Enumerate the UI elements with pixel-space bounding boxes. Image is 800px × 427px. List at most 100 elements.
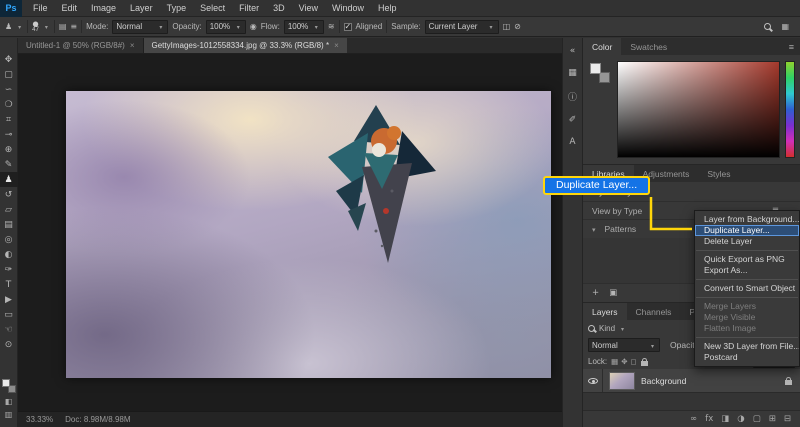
- lasso-tool[interactable]: ∽: [0, 82, 18, 97]
- path-selection-tool[interactable]: ▶: [0, 292, 18, 307]
- info-panel-icon[interactable]: ⓘ: [568, 90, 577, 103]
- search-icon[interactable]: [764, 23, 771, 30]
- lock-option-icon[interactable]: ◻: [631, 357, 637, 366]
- tab-color[interactable]: Color: [583, 38, 621, 55]
- sample-select[interactable]: Current Layer: [425, 20, 499, 34]
- close-icon[interactable]: ×: [130, 41, 135, 50]
- blend-mode-select[interactable]: Normal: [588, 338, 660, 352]
- zoom-tool[interactable]: ⊙: [0, 337, 18, 352]
- document-tab-untitled[interactable]: Untitled-1 @ 50% (RGB/8#) ×: [18, 38, 144, 53]
- shape-tool[interactable]: ▭: [0, 307, 18, 322]
- quick-mask-icon[interactable]: ◧: [5, 397, 13, 406]
- quick-selection-tool[interactable]: ❍: [0, 97, 18, 112]
- tab-channels[interactable]: Channels: [627, 303, 681, 320]
- saturation-brightness-field[interactable]: [617, 61, 780, 158]
- layer-name[interactable]: Background: [641, 376, 686, 386]
- mode-select[interactable]: Normal: [112, 20, 168, 34]
- visibility-toggle[interactable]: [583, 369, 603, 392]
- context-menu-item[interactable]: Delete Layer: [695, 236, 799, 247]
- context-menu-item[interactable]: Merge Visible: [695, 312, 799, 323]
- lock-option-icon[interactable]: ▦: [611, 357, 618, 366]
- brush-preset-picker[interactable]: ● 47: [32, 21, 39, 33]
- hand-tool[interactable]: ☜: [0, 322, 18, 337]
- menu-item[interactable]: Window: [325, 0, 371, 16]
- menu-item[interactable]: View: [292, 0, 325, 16]
- zoom-level[interactable]: 33.33%: [26, 415, 53, 424]
- chevron-down-icon[interactable]: [43, 22, 50, 31]
- lock-option-icon[interactable]: ✥: [621, 357, 627, 366]
- clone-source-toggle-icon[interactable]: ≡: [70, 22, 77, 31]
- eraser-tool[interactable]: ▱: [0, 202, 18, 217]
- lock-all-icon[interactable]: [641, 361, 648, 366]
- history-brush-tool[interactable]: ↺: [0, 187, 18, 202]
- marquee-tool[interactable]: ▢: [0, 67, 18, 82]
- context-menu-item[interactable]: Postcard: [695, 352, 799, 363]
- hue-slider[interactable]: [785, 61, 795, 158]
- chevron-down-icon[interactable]: [619, 324, 626, 333]
- tool-preset-icon[interactable]: ♟: [5, 22, 12, 31]
- menu-item[interactable]: Filter: [232, 0, 266, 16]
- canvas-area[interactable]: [18, 54, 562, 411]
- context-menu-item[interactable]: Duplicate Layer...: [695, 225, 799, 236]
- brush-settings-panel-icon[interactable]: ✐: [569, 115, 577, 125]
- menu-item[interactable]: Select: [193, 0, 232, 16]
- layer-row-background[interactable]: Background: [583, 369, 800, 393]
- pressure-opacity-icon[interactable]: ◉: [250, 22, 257, 31]
- color-fg-bg-swatches[interactable]: [588, 61, 612, 158]
- blur-tool[interactable]: ◎: [0, 232, 18, 247]
- clone-stamp-tool[interactable]: ♟: [0, 172, 18, 187]
- filter-search-icon[interactable]: [588, 325, 595, 332]
- sample-ignore-adjustments-icon[interactable]: ◫: [503, 22, 511, 31]
- context-menu-item[interactable]: Layer from Background...: [695, 214, 799, 225]
- context-menu-item[interactable]: Quick Export as PNG: [695, 254, 799, 265]
- context-menu-item[interactable]: Export As...: [695, 265, 799, 276]
- brush-settings-toggle-icon[interactable]: ▤: [59, 22, 67, 31]
- link-layers-icon[interactable]: ∞: [690, 414, 697, 424]
- menu-item[interactable]: Edit: [55, 0, 85, 16]
- type-tool[interactable]: T: [0, 277, 18, 292]
- gradient-tool[interactable]: ▤: [0, 217, 18, 232]
- aligned-checkbox[interactable]: [344, 23, 352, 31]
- menu-item[interactable]: File: [26, 0, 55, 16]
- chevron-down-icon[interactable]: [16, 22, 23, 31]
- add-library-item-icon[interactable]: +: [592, 288, 599, 298]
- context-menu-item[interactable]: Flatten Image: [695, 323, 799, 334]
- tab-swatches[interactable]: Swatches: [621, 38, 676, 55]
- menu-item[interactable]: 3D: [266, 0, 292, 16]
- panel-menu-icon[interactable]: [789, 42, 800, 52]
- layer-mask-icon[interactable]: ◨: [721, 414, 729, 424]
- menu-item[interactable]: Type: [160, 0, 194, 16]
- layer-thumbnail[interactable]: [609, 372, 635, 390]
- context-menu-item[interactable]: Convert to Smart Object: [695, 283, 799, 294]
- workspace-switcher-icon[interactable]: ▦: [781, 22, 789, 31]
- eyedropper-tool[interactable]: ⊸: [0, 127, 18, 142]
- library-folder-icon[interactable]: ▣: [609, 288, 617, 298]
- new-layer-icon[interactable]: ⊞: [769, 414, 776, 424]
- brush-tool[interactable]: ✎: [0, 157, 18, 172]
- close-icon[interactable]: ×: [334, 41, 339, 50]
- flow-select[interactable]: 100%: [284, 20, 324, 34]
- healing-brush-tool[interactable]: ⊕: [0, 142, 18, 157]
- adjustment-layer-icon[interactable]: ◑: [737, 414, 744, 424]
- context-menu-item[interactable]: New 3D Layer from File...: [695, 341, 799, 352]
- dodge-tool[interactable]: ◐: [0, 247, 18, 262]
- foreground-color[interactable]: [2, 379, 10, 387]
- foreground-background-swatches[interactable]: [2, 379, 16, 393]
- airbrush-icon[interactable]: ≋: [328, 22, 335, 31]
- layer-group-icon[interactable]: ▢: [753, 414, 761, 424]
- menu-item[interactable]: Layer: [123, 0, 160, 16]
- move-tool[interactable]: ✥: [0, 52, 18, 67]
- delete-layer-icon[interactable]: ⊟: [784, 414, 791, 424]
- context-menu-item[interactable]: Merge Layers: [695, 301, 799, 312]
- foreground-color[interactable]: [590, 63, 601, 74]
- menu-item[interactable]: Image: [84, 0, 123, 16]
- tab-styles[interactable]: Styles: [698, 165, 739, 182]
- document-tab-gettyimages[interactable]: GettyImages-1012558334.jpg @ 33.3% (RGB/…: [144, 38, 347, 53]
- kind-label[interactable]: Kind: [599, 324, 615, 333]
- document-canvas-image[interactable]: [66, 91, 551, 378]
- character-panel-icon[interactable]: A: [569, 137, 575, 147]
- pen-tool[interactable]: ✑: [0, 262, 18, 277]
- histogram-panel-icon[interactable]: ▦: [568, 68, 577, 78]
- opacity-select[interactable]: 100%: [206, 20, 246, 34]
- screen-mode-icon[interactable]: ▥: [5, 410, 13, 419]
